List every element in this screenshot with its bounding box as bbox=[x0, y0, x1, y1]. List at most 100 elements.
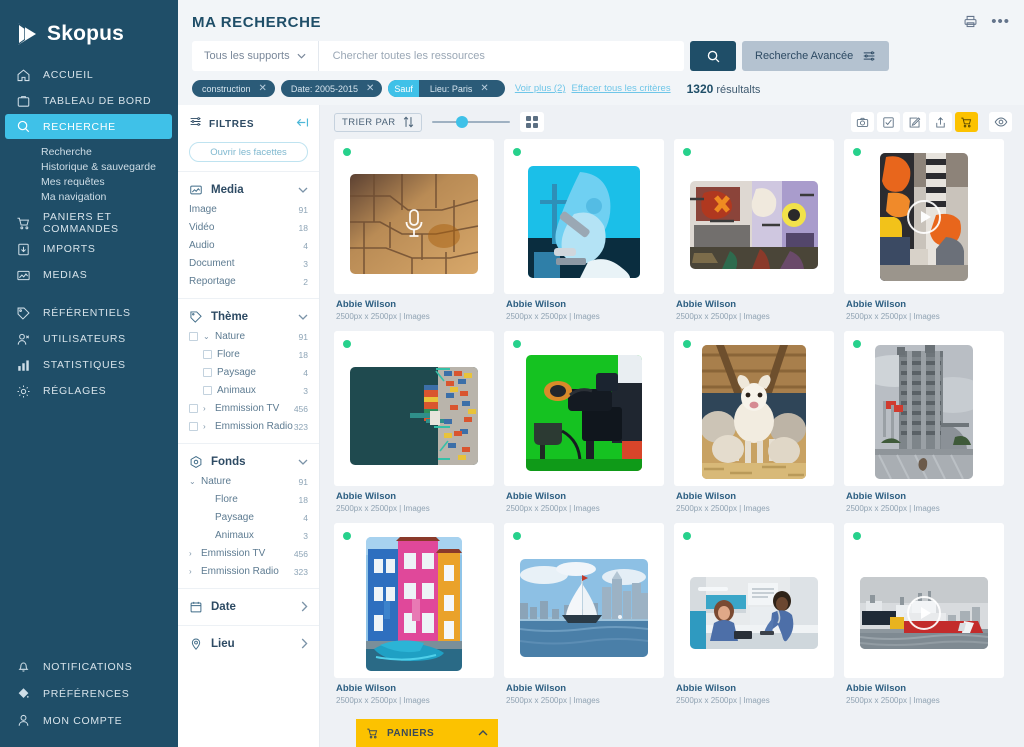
filter-checkbox[interactable] bbox=[203, 368, 212, 377]
result-thumbnail-box[interactable] bbox=[844, 523, 1004, 678]
preview-button[interactable] bbox=[989, 112, 1012, 132]
filter-checkbox[interactable] bbox=[189, 422, 198, 431]
sort-button[interactable]: TRIER PAR bbox=[334, 112, 422, 132]
sidebar-item-accueil[interactable]: ACCUEIL bbox=[0, 62, 178, 88]
sidebar-item-reglages[interactable]: RÉGLAGES bbox=[0, 378, 178, 404]
submenu-item-historique[interactable]: Historique & sauvegarde bbox=[41, 159, 178, 174]
add-to-cart-button[interactable] bbox=[955, 112, 978, 132]
sidebar-item-paniers-et-commandes[interactable]: PANIERS ET COMMANDES bbox=[0, 210, 178, 236]
filter-section-header[interactable]: Fonds bbox=[189, 455, 308, 469]
chevron-right-icon[interactable] bbox=[301, 638, 308, 651]
chevron-down-icon[interactable] bbox=[298, 312, 308, 322]
filter-row[interactable]: ⌄ Nature 91 bbox=[189, 331, 308, 342]
result-thumbnail-box[interactable] bbox=[674, 331, 834, 486]
filter-row[interactable]: Paysage 4 bbox=[189, 512, 308, 523]
chevron-right-icon[interactable]: › bbox=[189, 549, 196, 558]
printer-icon[interactable] bbox=[963, 14, 978, 29]
submenu-item-ma-navigation[interactable]: Ma navigation bbox=[41, 189, 178, 204]
sidebar-item-tableau-de-bord[interactable]: TABLEAU DE BORD bbox=[0, 88, 178, 114]
filter-section-header[interactable]: Date bbox=[189, 600, 308, 614]
filter-row[interactable]: ⌄ Nature 91 bbox=[189, 476, 308, 487]
filter-row[interactable]: Image 91 bbox=[189, 204, 308, 215]
share-button[interactable] bbox=[929, 112, 952, 132]
search-input[interactable] bbox=[318, 41, 684, 71]
grid-view-toggle[interactable] bbox=[519, 112, 544, 132]
chevron-down-icon[interactable] bbox=[298, 457, 308, 467]
chevron-right-icon[interactable] bbox=[301, 601, 308, 614]
filter-section-header[interactable]: Lieu bbox=[189, 637, 308, 651]
filter-row[interactable]: Paysage 4 bbox=[189, 367, 308, 378]
filter-row[interactable]: Vidéo 18 bbox=[189, 222, 308, 233]
filter-row[interactable]: Document 3 bbox=[189, 258, 308, 269]
result-card[interactable]: Abbie Wilson 2500px x 2500px | Images bbox=[504, 139, 664, 321]
chevron-down-icon[interactable]: ⌄ bbox=[189, 477, 196, 486]
result-card[interactable]: Abbie Wilson 2500px x 2500px | Images bbox=[504, 331, 664, 513]
clear-all-criteria-link[interactable]: Effacer tous les critères bbox=[572, 83, 671, 94]
slider-knob[interactable] bbox=[455, 116, 468, 128]
result-card[interactable]: Abbie Wilson 2500px x 2500px | Images bbox=[334, 331, 494, 513]
result-thumbnail-box[interactable] bbox=[334, 523, 494, 678]
filter-row[interactable]: Animaux 3 bbox=[189, 530, 308, 541]
result-thumbnail-box[interactable] bbox=[334, 331, 494, 486]
close-icon[interactable]: ✕ bbox=[259, 83, 267, 94]
filter-checkbox[interactable] bbox=[189, 332, 198, 341]
sidebar-item-notifications[interactable]: NOTIFICATIONS bbox=[0, 653, 178, 680]
sidebar-item-imports[interactable]: IMPORTS bbox=[0, 236, 178, 262]
filter-row[interactable]: Reportage 2 bbox=[189, 276, 308, 287]
chevron-right-icon[interactable]: › bbox=[203, 404, 210, 413]
filter-section-date[interactable]: Date bbox=[178, 588, 319, 625]
filter-row[interactable]: Animaux 3 bbox=[189, 385, 308, 396]
result-card[interactable]: Abbie Wilson 2500px x 2500px | Images bbox=[844, 139, 1004, 321]
filter-row[interactable]: Flore 18 bbox=[189, 349, 308, 360]
filter-row[interactable]: › Emmission Radio 323 bbox=[189, 421, 308, 432]
submenu-item-mes-requetes[interactable]: Mes requêtes bbox=[41, 174, 178, 189]
filter-section-header[interactable]: Thème bbox=[189, 310, 308, 324]
collapse-left-icon[interactable] bbox=[296, 117, 309, 131]
open-facets-button[interactable]: Ouvrir les facettes bbox=[189, 142, 308, 162]
result-thumbnail-box[interactable] bbox=[844, 331, 1004, 486]
close-icon[interactable]: ✕ bbox=[366, 83, 374, 94]
sidebar-item-utilisateurs[interactable]: UTILISATEURS bbox=[0, 326, 178, 352]
result-card[interactable]: Abbie Wilson 2500px x 2500px | Images bbox=[844, 331, 1004, 513]
play-icon[interactable] bbox=[907, 199, 941, 234]
filter-section-lieu[interactable]: Lieu bbox=[178, 625, 319, 662]
result-card[interactable]: Abbie Wilson 2500px x 2500px | Images bbox=[674, 139, 834, 321]
chevron-up-icon[interactable] bbox=[478, 728, 488, 738]
result-card[interactable]: Abbie Wilson 2500px x 2500px | Images bbox=[674, 523, 834, 705]
sidebar-item-statistiques[interactable]: STATISTIQUES bbox=[0, 352, 178, 378]
result-thumbnail-box[interactable] bbox=[504, 523, 664, 678]
result-card[interactable]: Abbie Wilson 2500px x 2500px | Images bbox=[844, 523, 1004, 705]
close-icon[interactable]: ✕ bbox=[480, 83, 496, 94]
filter-row[interactable]: › Emmission Radio 323 bbox=[189, 566, 308, 577]
criteria-chip[interactable]: construction ✕ bbox=[192, 80, 275, 97]
chevron-right-icon[interactable]: › bbox=[189, 567, 196, 576]
filter-row[interactable]: Audio 4 bbox=[189, 240, 308, 251]
see-more-link[interactable]: Voir plus (2) bbox=[515, 83, 566, 94]
play-icon[interactable] bbox=[907, 595, 941, 630]
brand[interactable]: Skopus bbox=[0, 0, 178, 50]
filter-row[interactable]: › Emmission TV 456 bbox=[189, 403, 308, 414]
result-thumbnail-box[interactable] bbox=[504, 139, 664, 294]
result-thumbnail-box[interactable] bbox=[674, 139, 834, 294]
result-card[interactable]: Abbie Wilson 2500px x 2500px | Images bbox=[334, 139, 494, 321]
chevron-down-icon[interactable] bbox=[298, 185, 308, 195]
paniers-bar[interactable]: PANIERS bbox=[356, 719, 498, 747]
chevron-right-icon[interactable]: › bbox=[203, 422, 210, 431]
select-all-button[interactable] bbox=[877, 112, 900, 132]
sidebar-item-referentiels[interactable]: RÉFÉRENTIELS bbox=[0, 300, 178, 326]
filter-section-header[interactable]: Media bbox=[189, 183, 308, 197]
sidebar-item-mon-compte[interactable]: MON COMPTE bbox=[0, 707, 178, 734]
sidebar-item-preferences[interactable]: PRÉFÉRENCES bbox=[0, 680, 178, 707]
result-thumbnail-box[interactable] bbox=[504, 331, 664, 486]
result-thumbnail-box[interactable] bbox=[674, 523, 834, 678]
result-card[interactable]: Abbie Wilson 2500px x 2500px | Images bbox=[674, 331, 834, 513]
filter-checkbox[interactable] bbox=[189, 404, 198, 413]
criteria-chip-excluded[interactable]: Sauf Lieu: Paris ✕ bbox=[388, 80, 505, 97]
result-thumbnail-box[interactable] bbox=[334, 139, 494, 294]
camera-button[interactable] bbox=[851, 112, 874, 132]
result-card[interactable]: Abbie Wilson 2500px x 2500px | Images bbox=[504, 523, 664, 705]
sidebar-item-recherche[interactable]: RECHERCHE bbox=[5, 114, 172, 139]
search-submit-button[interactable] bbox=[690, 41, 736, 71]
filter-row[interactable]: Flore 18 bbox=[189, 494, 308, 505]
thumbnail-size-slider[interactable] bbox=[431, 114, 510, 130]
